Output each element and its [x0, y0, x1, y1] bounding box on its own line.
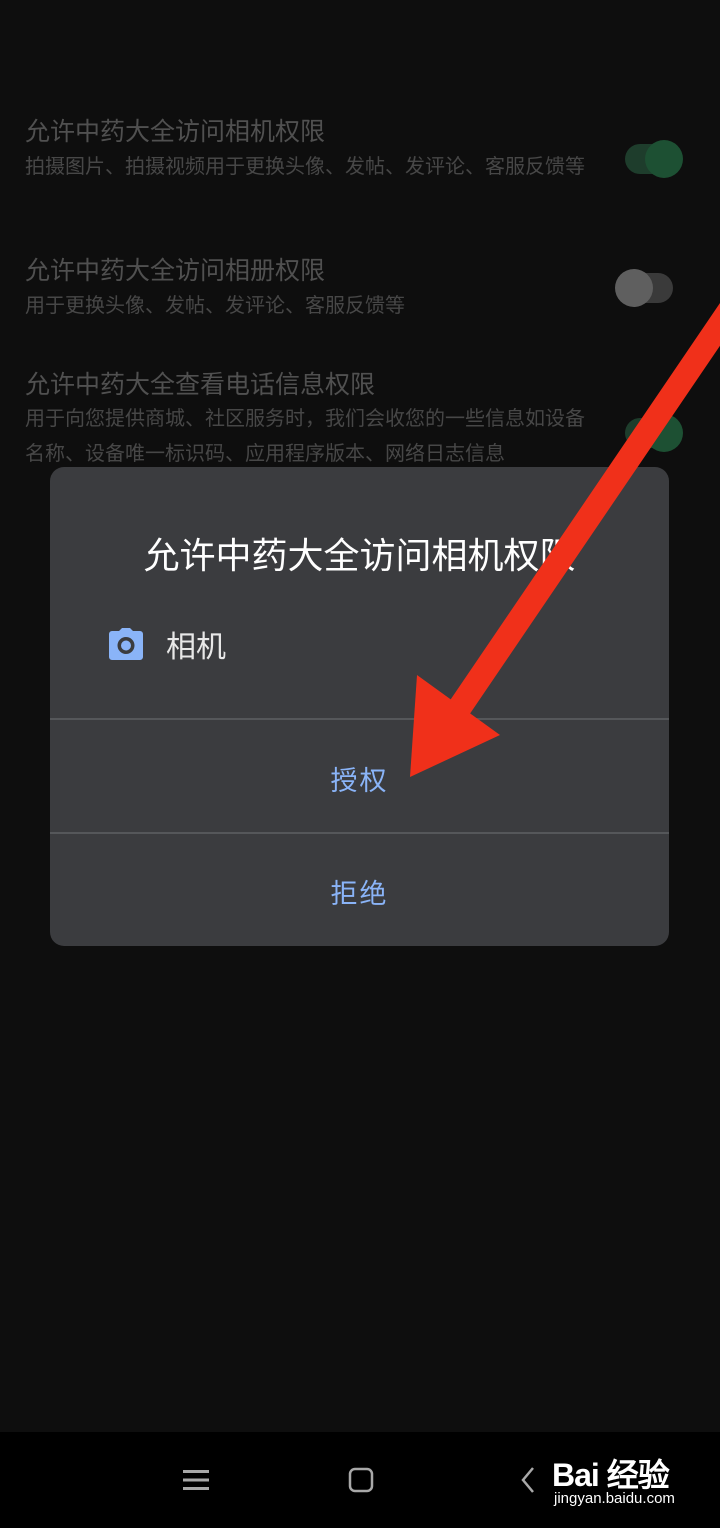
camera-permission-toggle[interactable]: [625, 140, 683, 178]
menu-icon: [183, 1469, 209, 1495]
back-icon: [520, 1466, 536, 1498]
dialog-title: 允许中药大全访问相机权限: [143, 536, 576, 577]
permission-title: 允许中药大全访问相册权限: [25, 256, 326, 285]
allow-button[interactable]: 授权: [50, 723, 669, 833]
home-button[interactable]: [341, 1462, 381, 1502]
phone-permission-toggle[interactable]: [625, 414, 683, 452]
permission-description: 拍摄图片、拍摄视频用于更换头像、发帖、发评论、客服反馈等: [25, 154, 585, 178]
watermark-url: jingyan.baidu.com: [554, 1490, 675, 1507]
back-button[interactable]: [508, 1462, 548, 1502]
baidu-jingyan-watermark: Bai 经验 jingyan.baidu.com: [552, 1450, 717, 1516]
permission-title: 允许中药大全访问相机权限: [25, 117, 326, 146]
permission-dialog: 允许中药大全访问相机权限 相机 授权 拒绝: [50, 467, 669, 946]
dialog-divider: [50, 718, 669, 720]
album-permission-toggle[interactable]: [615, 269, 673, 307]
permission-title: 允许中药大全查看电话信息权限: [25, 370, 376, 399]
permission-description: 用于向您提供商城、社区服务时，我们会收您的一些信息如设备名称、设备唯一标识码、应…: [25, 406, 585, 465]
permission-row-camera: 允许中药大全访问相机权限 拍摄图片、拍摄视频用于更换头像、发帖、发评论、客服反馈…: [25, 112, 695, 212]
dialog-permission-item: 相机: [108, 619, 226, 669]
menu-button[interactable]: [176, 1462, 216, 1502]
dialog-divider: [50, 832, 669, 834]
camera-icon: [108, 627, 144, 661]
home-icon: [348, 1467, 374, 1497]
permission-row-album: 允许中药大全访问相册权限 用于更换头像、发帖、发评论、客服反馈等: [25, 251, 695, 326]
dialog-permission-label: 相机: [166, 630, 226, 665]
permission-description: 用于更换头像、发帖、发评论、客服反馈等: [25, 293, 405, 317]
deny-button[interactable]: 拒绝: [50, 836, 669, 946]
